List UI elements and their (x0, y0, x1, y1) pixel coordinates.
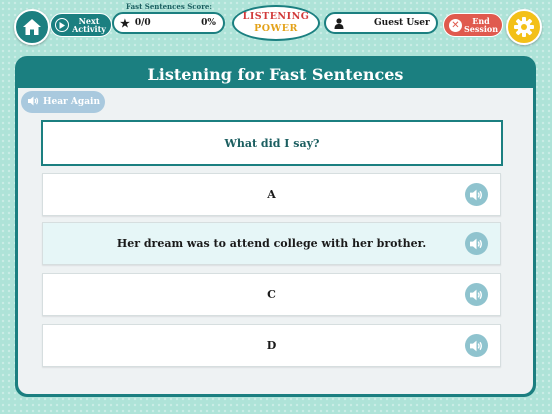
logo-line-1: LISTENING (242, 11, 310, 22)
score-count: 0/0 (134, 18, 151, 28)
logo-line-2: POWER (254, 23, 298, 34)
speaker-icon (28, 96, 39, 109)
hear-again-button[interactable]: Hear Again (21, 91, 105, 113)
listening-power-logo: LISTENING POWER (232, 5, 320, 41)
answer-option-c[interactable]: C (42, 273, 501, 316)
answer-option-text: Her dream was to attend college with her… (116, 237, 427, 250)
speaker-icon (470, 340, 482, 351)
play-option-button[interactable] (465, 183, 488, 206)
settings-button[interactable] (506, 9, 542, 45)
hear-again-label: Hear Again (43, 97, 101, 107)
answer-option-d[interactable]: D (42, 324, 501, 367)
home-icon (23, 19, 41, 35)
speaker-icon (470, 289, 482, 300)
answer-option-a[interactable]: A (42, 173, 501, 216)
user-name: Guest User (374, 18, 430, 28)
user-box[interactable]: Guest User (324, 12, 438, 34)
answer-option-b[interactable]: Her dream was to attend college with her… (42, 222, 501, 265)
answer-option-text: C (267, 288, 276, 301)
panel-title: Listening for Fast Sentences (147, 65, 404, 84)
answer-option-text: A (267, 188, 276, 201)
question-text: What did I say? (224, 136, 320, 150)
play-option-button[interactable] (465, 334, 488, 357)
play-icon (55, 18, 69, 32)
speaker-icon (470, 238, 482, 249)
next-activity-button[interactable]: Next Activity (50, 13, 112, 37)
play-option-button[interactable] (465, 232, 488, 255)
home-button[interactable] (14, 9, 50, 45)
gear-icon (514, 17, 534, 37)
score-box: ★ 0/0 0% (112, 12, 225, 34)
next-activity-label: Next Activity (72, 16, 106, 34)
end-session-label: End Session (464, 16, 499, 34)
score-caption: Fast Sentences Score: (126, 2, 212, 11)
speaker-icon (470, 189, 482, 200)
play-option-button[interactable] (465, 283, 488, 306)
end-session-button[interactable]: ✕ End Session (443, 13, 503, 37)
close-icon: ✕ (449, 18, 462, 32)
question-prompt: What did I say? (41, 120, 503, 166)
star-icon: ★ (120, 16, 130, 30)
user-icon (334, 17, 344, 29)
score-percent: 0% (201, 18, 216, 28)
answer-option-text: D (266, 339, 277, 352)
